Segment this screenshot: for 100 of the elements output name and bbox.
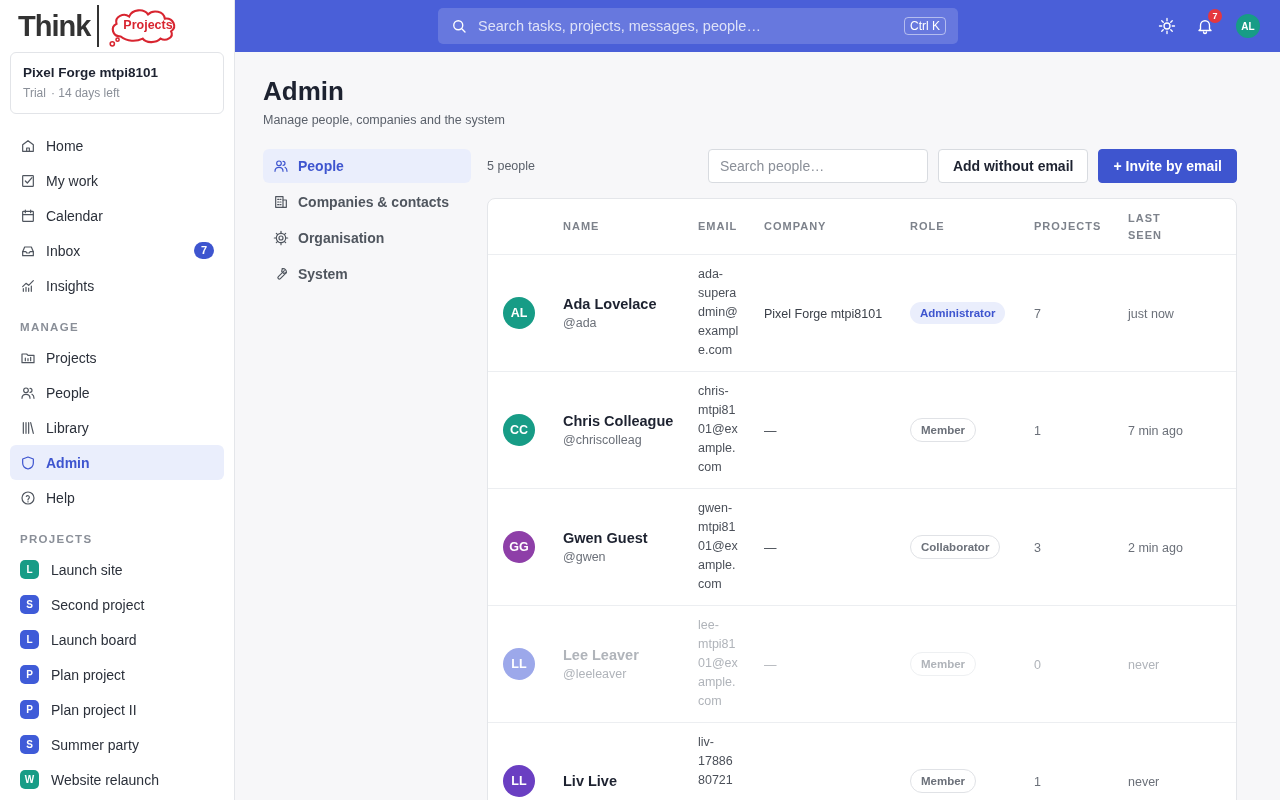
invite-button[interactable]: + Invite by email bbox=[1098, 149, 1237, 183]
role-tag: Collaborator bbox=[910, 535, 1001, 559]
column-header: COMPANY bbox=[764, 219, 828, 234]
person-name: Lee Leaver bbox=[563, 647, 640, 663]
company-cell: — bbox=[764, 541, 777, 555]
column-header: LAST SEEN bbox=[1128, 210, 1163, 243]
checkbox-icon bbox=[20, 172, 36, 189]
column-header: NAME bbox=[563, 219, 601, 234]
project-badge: S bbox=[20, 735, 39, 754]
project-item[interactable]: S Second project bbox=[10, 587, 224, 622]
project-badge: P bbox=[20, 700, 39, 719]
email-cell-text: liv-1788680721 bbox=[698, 734, 734, 789]
last-seen: just now bbox=[1128, 307, 1174, 321]
project-item[interactable]: W Website relaunch bbox=[10, 762, 224, 797]
admin-nav-item[interactable]: System bbox=[263, 257, 471, 291]
workspace-card[interactable]: Pixel Forge mtpi8101 Trial · 14 days left bbox=[10, 52, 224, 114]
calendar-icon bbox=[20, 207, 36, 224]
plan-label: Trial bbox=[23, 86, 46, 100]
people-count: 5 people bbox=[487, 159, 536, 173]
user-avatar: LL bbox=[503, 765, 535, 797]
nav-item[interactable]: Inbox 7 bbox=[10, 233, 224, 268]
project-item[interactable]: P Plan project II bbox=[10, 692, 224, 727]
nav-item[interactable]: People bbox=[10, 375, 224, 410]
gear-icon bbox=[273, 230, 289, 246]
role-tag: Member bbox=[910, 769, 977, 793]
notifications-button[interactable]: 7 bbox=[1193, 9, 1222, 38]
project-item[interactable]: S Summer party bbox=[10, 727, 224, 762]
projects-count: 0 bbox=[1034, 658, 1041, 672]
shield-icon bbox=[20, 454, 36, 471]
add-button[interactable]: Add without email bbox=[937, 149, 1089, 183]
project-badge: P bbox=[20, 665, 39, 684]
nav-item[interactable]: Projects bbox=[10, 340, 224, 375]
project-item[interactable]: P Plan project bbox=[10, 657, 224, 692]
role-tag: Member bbox=[910, 652, 977, 676]
person-name: Chris Colleague bbox=[563, 413, 675, 429]
search-icon bbox=[450, 17, 468, 35]
help-icon bbox=[20, 489, 36, 506]
admin-nav-item[interactable]: Organisation bbox=[263, 221, 471, 255]
user-avatar: CC bbox=[503, 414, 535, 446]
project-item[interactable]: L Launch board bbox=[10, 622, 224, 657]
count-badge: 7 bbox=[194, 242, 214, 259]
section-heading: MANAGE bbox=[19, 321, 80, 333]
search-field[interactable]: Search tasks, projects, messages, people… Ctrl K bbox=[438, 8, 958, 44]
last-seen: never bbox=[1128, 658, 1160, 672]
column-header: ROLE bbox=[910, 219, 946, 234]
company-cell: Pixel Forge mtpi8101 bbox=[764, 307, 883, 321]
project-badge: S bbox=[20, 595, 39, 614]
admin-nav-item[interactable]: Companies & contacts bbox=[263, 185, 471, 219]
people-icon bbox=[273, 158, 289, 174]
admin-nav-item[interactable]: People bbox=[263, 149, 471, 183]
project-badge: W bbox=[20, 770, 39, 789]
nav-item[interactable]: Help bbox=[10, 480, 224, 515]
bell-icon bbox=[1196, 17, 1214, 35]
nav-item[interactable]: Library bbox=[10, 410, 224, 445]
company-cell: — bbox=[764, 658, 777, 672]
section-heading: PROJECTS bbox=[19, 533, 94, 545]
project-item[interactable]: L Launch site bbox=[10, 552, 224, 587]
user-avatar: GG bbox=[503, 531, 535, 563]
person-handle: @ada bbox=[563, 316, 598, 330]
nav-item[interactable]: Insights bbox=[10, 268, 224, 303]
email-cell-text: ada-superadmin@example.com bbox=[698, 266, 739, 359]
search-field[interactable]: Search people… bbox=[707, 149, 928, 183]
search-input[interactable]: Search tasks, projects, messages, people… bbox=[476, 17, 896, 35]
sun-icon bbox=[1158, 17, 1176, 35]
email-cell-text: chris-mtpi8101@example.com bbox=[698, 383, 739, 476]
projects-count: 1 bbox=[1034, 424, 1041, 438]
last-seen: 2 min ago bbox=[1128, 541, 1183, 555]
email-cell-text: lee-mtpi8101@example.com bbox=[698, 617, 739, 710]
logo-text: Think bbox=[18, 9, 91, 43]
project-badge: L bbox=[20, 560, 39, 579]
bar-chart-icon bbox=[20, 277, 36, 294]
last-seen: 7 min ago bbox=[1128, 424, 1183, 438]
nav-item[interactable]: Home bbox=[10, 128, 224, 163]
column-header: EMAIL bbox=[698, 219, 739, 234]
user-avatar: LL bbox=[503, 648, 535, 680]
page-subtitle: Manage people, companies and the system bbox=[263, 113, 506, 127]
library-icon bbox=[20, 419, 36, 436]
page-title: Admin bbox=[263, 76, 345, 107]
project-badge: L bbox=[20, 630, 39, 649]
person-handle: @leeleaver bbox=[563, 667, 628, 681]
nav-item[interactable]: Calendar bbox=[10, 198, 224, 233]
shortcut-hint: Ctrl K bbox=[904, 17, 946, 35]
trial-remaining: · 14 days left bbox=[50, 86, 120, 100]
role-tag: Member bbox=[910, 418, 977, 442]
building-icon bbox=[273, 194, 289, 210]
role-tag: Administrator bbox=[910, 302, 1006, 324]
person-name: Ada Lovelace bbox=[563, 296, 658, 312]
nav-item[interactable]: My work bbox=[10, 163, 224, 198]
last-seen: never bbox=[1128, 775, 1160, 789]
person-handle: @chriscolleag bbox=[563, 433, 643, 447]
company-cell: — bbox=[764, 424, 777, 438]
projects-count: 7 bbox=[1034, 307, 1041, 321]
nav-item[interactable]: Admin bbox=[10, 445, 224, 480]
home-icon bbox=[20, 137, 36, 154]
column-header: PROJECTS bbox=[1034, 219, 1103, 234]
user-avatar: AL bbox=[503, 297, 535, 329]
projects-count: 3 bbox=[1034, 541, 1041, 555]
person-name: Gwen Guest bbox=[563, 530, 649, 546]
projects-count: 1 bbox=[1034, 775, 1041, 789]
people-icon bbox=[20, 384, 36, 401]
